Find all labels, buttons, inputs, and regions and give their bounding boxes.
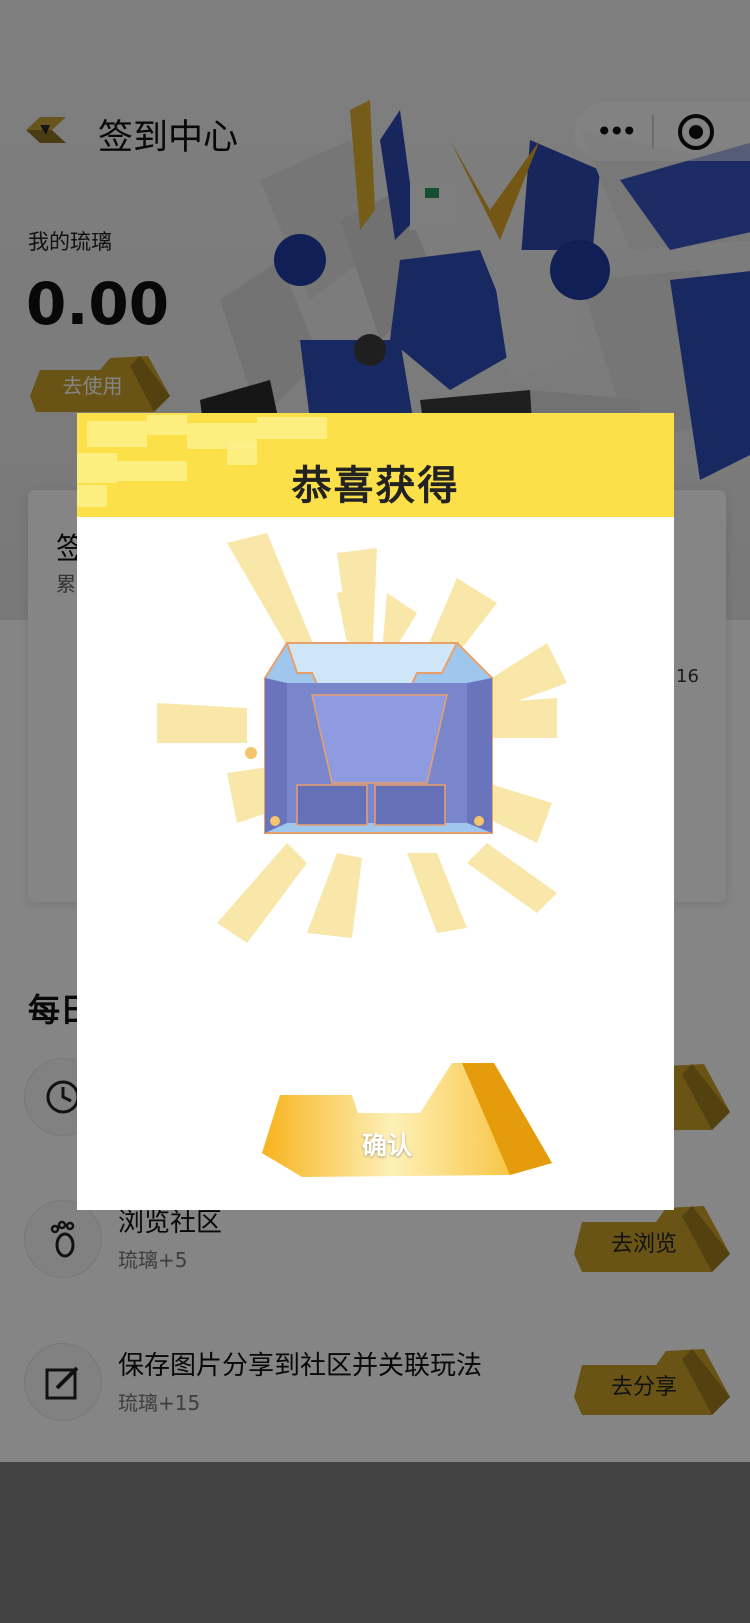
confirm-button-shape bbox=[262, 1063, 552, 1177]
overlay-bottom-strip bbox=[0, 1462, 750, 1623]
header-pixel-decoration bbox=[257, 417, 327, 439]
confirm-button-label: 确认 bbox=[361, 1131, 412, 1160]
treasure-box-illustration bbox=[157, 533, 567, 943]
confirm-button[interactable]: 确认 bbox=[262, 1063, 552, 1183]
reward-modal: 恭喜获得 确认 bbox=[77, 413, 674, 1210]
modal-title: 恭喜获得 bbox=[291, 463, 460, 509]
header-pixel-decoration bbox=[87, 421, 147, 447]
header-pixel-decoration bbox=[147, 415, 187, 435]
modal-header: 恭喜获得 bbox=[77, 413, 674, 517]
